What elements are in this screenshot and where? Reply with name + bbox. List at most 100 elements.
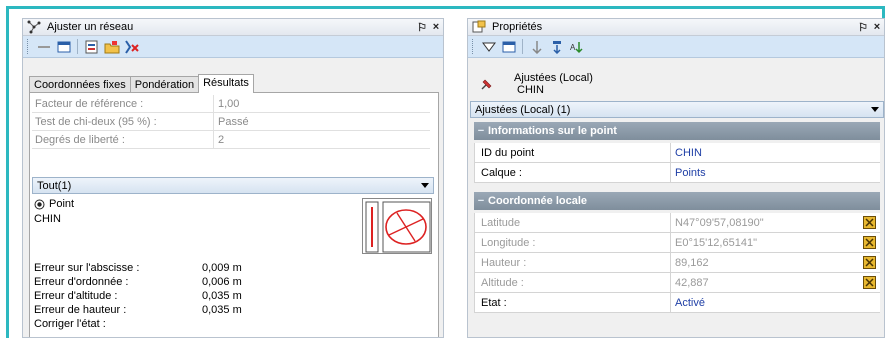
pin-icon[interactable]: ⚐	[415, 21, 429, 34]
property-row: Longitude : E0°15'12,65141"	[475, 233, 880, 253]
adjust-toolbar	[23, 36, 443, 58]
stat-row: Degrés de liberté : 2	[32, 131, 430, 149]
property-label: Calque :	[475, 163, 671, 182]
toolbar-grip[interactable]	[27, 39, 30, 54]
property-label: Longitude :	[475, 233, 671, 252]
property-row: ID du point CHIN	[475, 143, 880, 163]
error-ellipse-preview	[362, 198, 432, 254]
error-value: 0,035 m	[202, 290, 242, 302]
result-tabs: Coordonnées fixes Pondération Résultats	[29, 74, 254, 93]
report-icon[interactable]	[83, 38, 100, 55]
height-value: 89,162	[675, 256, 709, 269]
point-name: CHIN	[34, 213, 61, 225]
toolbar-grip[interactable]	[472, 39, 475, 54]
property-value: N47°09'57,08190"	[671, 213, 880, 232]
stat-label: Test de chi-deux (95 %) :	[32, 113, 214, 130]
error-label: Erreur d'ordonnée :	[34, 276, 129, 288]
adjust-run-icon[interactable]	[123, 38, 140, 55]
results-tab-content: Facteur de référence : 1,00 Test de chi-…	[29, 92, 439, 337]
adjust-network-panel: Ajuster un réseau ⚐ × Coordonnées fixes …	[22, 18, 444, 338]
svg-text:A: A	[570, 43, 576, 52]
window-icon[interactable]	[55, 38, 72, 55]
chevron-down-icon	[421, 183, 429, 188]
sort-icon[interactable]	[528, 38, 545, 55]
close-icon[interactable]: ×	[429, 21, 443, 33]
property-value: 89,162	[671, 253, 880, 272]
collapse-icon[interactable]: −	[474, 125, 488, 137]
section-local-coordinate[interactable]: − Coordonnée locale	[474, 192, 880, 210]
error-value: 0,009 m	[202, 262, 242, 274]
properties-titlebar[interactable]: Propriétés ⚐ ×	[468, 19, 884, 36]
lock-toggle-icon[interactable]	[863, 236, 876, 249]
adjust-network-titlebar[interactable]: Ajuster un réseau ⚐ ×	[23, 19, 443, 36]
point-details: Point CHIN Erreur sur l'abscisse : 0,009…	[32, 196, 434, 337]
selected-object-header: Ajustées (Local) CHIN	[468, 64, 884, 104]
section-title: Coordonnée locale	[488, 195, 588, 207]
error-row: Erreur d'altitude : 0,035 m	[34, 290, 242, 302]
property-label: Latitude	[475, 213, 671, 232]
state-value[interactable]: Activé	[671, 293, 880, 312]
property-value[interactable]: Points	[671, 163, 880, 182]
stat-label: Degrés de liberté :	[32, 131, 214, 148]
object-name: CHIN	[517, 84, 544, 96]
tab-fixed-coordinates[interactable]: Coordonnées fixes	[29, 76, 131, 93]
point-type-label: Point	[49, 198, 75, 210]
object-selector-dropdown[interactable]: Ajustées (Local) (1)	[470, 101, 884, 118]
properties-icon	[472, 20, 486, 33]
error-row: Erreur de hauteur : 0,035 m	[34, 304, 242, 316]
error-value: 0,035 m	[202, 304, 242, 316]
pin-icon[interactable]: ⚐	[856, 21, 870, 34]
error-row: Erreur sur l'abscisse : 0,009 m	[34, 262, 242, 274]
sort-alpha-icon[interactable]: A	[568, 38, 585, 55]
toolbar-separator	[77, 39, 78, 54]
section-point-info[interactable]: − Informations sur le point	[474, 122, 880, 140]
lock-toggle-icon[interactable]	[863, 256, 876, 269]
section-title: Informations sur le point	[488, 125, 617, 137]
panel-title: Propriétés	[492, 21, 543, 33]
stat-row: Facteur de référence : 1,00	[32, 95, 430, 113]
longitude-value: E0°15'12,65141"	[675, 236, 757, 249]
error-label: Erreur d'altitude :	[34, 290, 118, 302]
property-value: 42,887	[671, 273, 880, 292]
toolbar-separator	[522, 39, 523, 54]
altitude-value: 42,887	[675, 276, 709, 289]
stat-label: Facteur de référence :	[32, 95, 214, 112]
property-label: Etat :	[475, 293, 671, 312]
filter-value: Tout(1)	[37, 179, 72, 192]
sort-down-icon[interactable]	[548, 38, 565, 55]
point-icon	[481, 79, 492, 90]
network-icon	[27, 20, 41, 34]
property-value[interactable]: CHIN	[671, 143, 880, 162]
stat-value: 2	[218, 133, 225, 146]
tab-results[interactable]: Résultats	[198, 74, 254, 93]
error-ellipse-icon	[365, 201, 431, 253]
property-row: Hauteur : 89,162	[475, 253, 880, 273]
property-value: E0°15'12,65141"	[671, 233, 880, 252]
property-row: Etat : Activé	[475, 293, 880, 313]
collapse-icon[interactable]: −	[474, 195, 488, 207]
object-type: Ajustées (Local)	[514, 72, 593, 84]
filter-dropdown[interactable]: Tout(1)	[32, 177, 434, 194]
settings-icon[interactable]	[35, 38, 52, 55]
selected-object-label: Ajustées (Local) CHIN	[514, 72, 593, 96]
error-label: Erreur de hauteur :	[34, 304, 127, 316]
open-folder-icon[interactable]	[103, 38, 120, 55]
point-type-row: Point	[34, 198, 74, 210]
lock-toggle-icon[interactable]	[863, 216, 876, 229]
lock-toggle-icon[interactable]	[863, 276, 876, 289]
point-info-grid: ID du point CHIN Calque : Points	[474, 143, 880, 183]
error-label: Erreur sur l'abscisse :	[34, 262, 140, 274]
property-row: Altitude : 42,887	[475, 273, 880, 293]
window-icon[interactable]	[500, 38, 517, 55]
status-label: Corriger l'état :	[34, 318, 106, 330]
filter-icon[interactable]	[480, 38, 497, 55]
properties-toolbar: A	[468, 36, 884, 58]
close-icon[interactable]: ×	[870, 21, 884, 33]
chevron-down-icon	[871, 107, 879, 112]
stat-value: Passé	[218, 115, 249, 128]
radio-icon[interactable]	[34, 199, 45, 210]
property-row: Calque : Points	[475, 163, 880, 183]
property-row: Latitude N47°09'57,08190"	[475, 213, 880, 233]
tab-weighting[interactable]: Pondération	[129, 76, 200, 93]
error-row: Erreur d'ordonnée : 0,006 m	[34, 276, 242, 288]
